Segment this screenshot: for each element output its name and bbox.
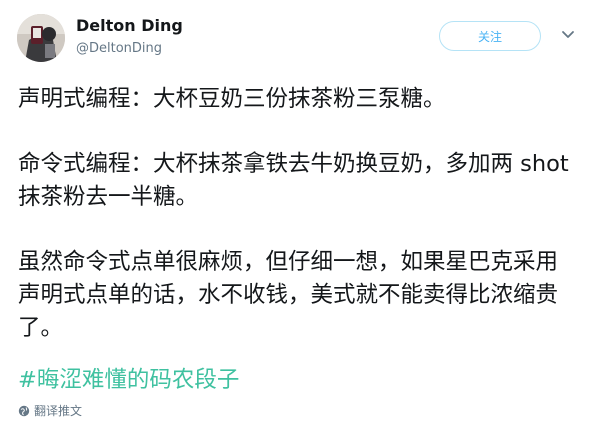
author-handle[interactable]: @DeltonDing <box>76 41 162 56</box>
globe-icon <box>18 405 30 416</box>
tweet-text: 声明式编程：大杯豆奶三份抹茶粉三泵糖。 命令式编程：大杯抹茶拿铁去牛奶换豆奶，多… <box>18 83 578 377</box>
translate-label: 翻译推文 <box>34 404 83 418</box>
chevron-down-icon[interactable] <box>561 30 575 40</box>
follow-button[interactable]: 关注 <box>439 21 541 51</box>
avatar[interactable] <box>17 14 65 62</box>
tweet-paragraph: 命令式编程：大杯抹茶拿铁去牛奶换豆奶，多加两 shot 抹茶粉去一半糖。 <box>18 151 569 210</box>
hashtag-link[interactable]: #晦涩难懂的码农段子 <box>18 364 239 397</box>
tweet-paragraph: 声明式编程：大杯豆奶三份抹茶粉三泵糖。 <box>18 86 446 112</box>
author-name[interactable]: Delton Ding <box>76 16 183 35</box>
translate-tweet-link[interactable]: 翻译推文 <box>18 402 82 419</box>
tweet-paragraph: 虽然命令式点单很麻烦，但仔细一想，如果星巴克采用声明式点单的话，水不收钱，美式就… <box>18 249 559 341</box>
